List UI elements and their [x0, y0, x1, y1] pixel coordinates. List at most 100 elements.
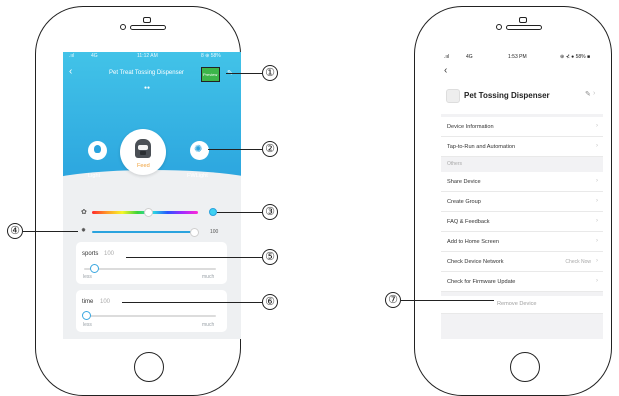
network-type: 4G — [466, 54, 473, 60]
check-now-action[interactable]: Check Now — [565, 259, 591, 265]
dispenser-icon — [135, 139, 151, 158]
row-label: Check for Firmware Update — [447, 279, 516, 285]
callout-3: ③ — [262, 204, 278, 220]
callout-line-2 — [208, 149, 262, 150]
callout-line-6 — [122, 302, 262, 303]
status-time: 11:12 AM — [137, 53, 158, 59]
callout-4: ④ — [7, 223, 23, 239]
section-label-others: Others — [447, 161, 463, 167]
sports-min-label: less — [83, 274, 92, 280]
device-title: Pet Treat Tossing Dispenser — [109, 70, 184, 76]
status-time: 1:53 PM — [508, 54, 527, 60]
left-screen: .ııl 4G 11:12 AM 8 ⊕ 58% ‹ Pet Treat Tos… — [63, 52, 241, 339]
chevron-right-icon: › — [593, 90, 596, 97]
row-check-device-network[interactable]: Check Device Network Check Now › — [441, 252, 603, 272]
device-thumbnail — [446, 89, 460, 103]
sports-title: sports — [82, 251, 99, 257]
device-name: Pet Tossing Dispenser — [464, 91, 550, 100]
row-label: FAQ & Feedback — [447, 219, 490, 225]
row-add-to-home[interactable]: Add to Home Screen › — [441, 232, 603, 252]
feed-button[interactable]: Feed — [120, 129, 166, 175]
right-speaker-bar — [506, 25, 542, 30]
remove-device-button[interactable]: Remove Device — [441, 292, 603, 314]
sports-slider-track[interactable] — [84, 268, 216, 270]
signal-icon: .ııl — [444, 54, 450, 60]
palette-icon: ✿ — [81, 209, 87, 216]
sports-card: sports 100 less much — [76, 242, 227, 284]
connection-indicator: ●● — [144, 85, 151, 91]
chevron-right-icon: › — [596, 198, 598, 204]
time-slider-track[interactable] — [84, 315, 216, 317]
chevron-right-icon: › — [596, 258, 598, 264]
edit-name-icon[interactable]: ✎ — [585, 90, 591, 98]
left-camera-dot — [120, 24, 126, 30]
time-value: 100 — [100, 299, 111, 305]
brightness-slider-knob[interactable] — [190, 228, 200, 237]
row-label: Add to Home Screen — [447, 239, 499, 245]
callout-line-7 — [401, 300, 494, 301]
row-tap-to-run[interactable]: Tap-to-Run and Automation › — [441, 137, 603, 157]
network-type: 4G — [91, 53, 98, 59]
back-chevron-icon[interactable]: ‹ — [444, 65, 447, 76]
callout-7: ⑦ — [385, 292, 401, 308]
callout-line-3 — [217, 212, 262, 213]
preview-button[interactable]: Preview — [201, 67, 220, 82]
chevron-right-icon: › — [596, 218, 598, 224]
row-label: Create Group — [447, 199, 481, 205]
preview-label: Preview — [203, 72, 218, 77]
sun-icon: ✸ — [81, 228, 87, 234]
remove-device-label: Remove Device — [497, 301, 537, 307]
row-label: Device Information — [447, 124, 494, 130]
brightness-value: 100 — [210, 229, 219, 235]
back-chevron-icon[interactable]: ‹ — [69, 66, 72, 77]
color-slider-knob[interactable] — [143, 208, 153, 217]
time-card: time 100 less much — [76, 290, 227, 332]
callout-2: ② — [262, 141, 278, 157]
time-max-label: much — [202, 322, 215, 328]
fwlight-button[interactable]: ✺ — [190, 141, 209, 160]
fwlight-label: FWLight — [187, 173, 208, 179]
bulb-icon — [94, 145, 101, 153]
sports-max-label: much — [202, 274, 215, 280]
callout-line-4 — [23, 231, 78, 232]
right-screen: .ııl 4G 1:53 PM ⊕ ⊀ ● 58% ■ ‹ Pet Tossin… — [441, 52, 603, 339]
chevron-right-icon: › — [596, 238, 598, 244]
right-status-bar: .ııl 4G 1:53 PM ⊕ ⊀ ● 58% ■ — [441, 52, 603, 64]
right-camera-dot — [496, 24, 502, 30]
row-faq-feedback[interactable]: FAQ & Feedback › — [441, 212, 603, 232]
brightness-slider-track[interactable] — [92, 231, 198, 233]
time-min-label: less — [83, 322, 92, 328]
chevron-right-icon: › — [596, 178, 598, 184]
color-end-marker[interactable] — [209, 208, 217, 216]
light-button[interactable] — [88, 141, 107, 160]
callout-1: ① — [262, 65, 278, 81]
light-label: Light — [88, 173, 101, 179]
row-device-information[interactable]: Device Information › — [441, 117, 603, 137]
sports-value: 100 — [104, 251, 115, 257]
battery-icon: 8 ⊕ 58% — [201, 53, 221, 59]
row-share-device[interactable]: Share Device › — [441, 172, 603, 192]
chevron-right-icon: › — [596, 143, 598, 149]
callout-5: ⑤ — [262, 249, 278, 265]
sports-slider-knob[interactable] — [90, 264, 100, 273]
battery-icon: ⊕ ⊀ ● 58% ■ — [560, 54, 590, 60]
row-label: Tap-to-Run and Automation — [447, 144, 516, 150]
left-speaker-bar — [130, 25, 166, 30]
callout-6: ⑥ — [262, 294, 278, 310]
row-create-group[interactable]: Create Group › — [441, 192, 603, 212]
time-slider-knob[interactable] — [82, 311, 92, 320]
time-title: time — [82, 299, 94, 305]
signal-icon: .ııl — [69, 53, 75, 59]
right-speaker-notch — [519, 17, 527, 23]
row-label: Check Device Network — [447, 259, 504, 265]
right-home-button[interactable] — [510, 352, 540, 382]
feed-label: Feed — [137, 163, 150, 169]
chevron-right-icon: › — [596, 123, 598, 129]
left-home-button[interactable] — [134, 352, 164, 382]
chevron-right-icon: › — [596, 278, 598, 284]
left-speaker-notch — [143, 17, 151, 23]
row-label: Share Device — [447, 179, 481, 185]
spark-light-icon: ✺ — [194, 144, 203, 155]
row-firmware-update[interactable]: Check for Firmware Update › — [441, 272, 603, 292]
callout-line-1 — [226, 73, 262, 74]
